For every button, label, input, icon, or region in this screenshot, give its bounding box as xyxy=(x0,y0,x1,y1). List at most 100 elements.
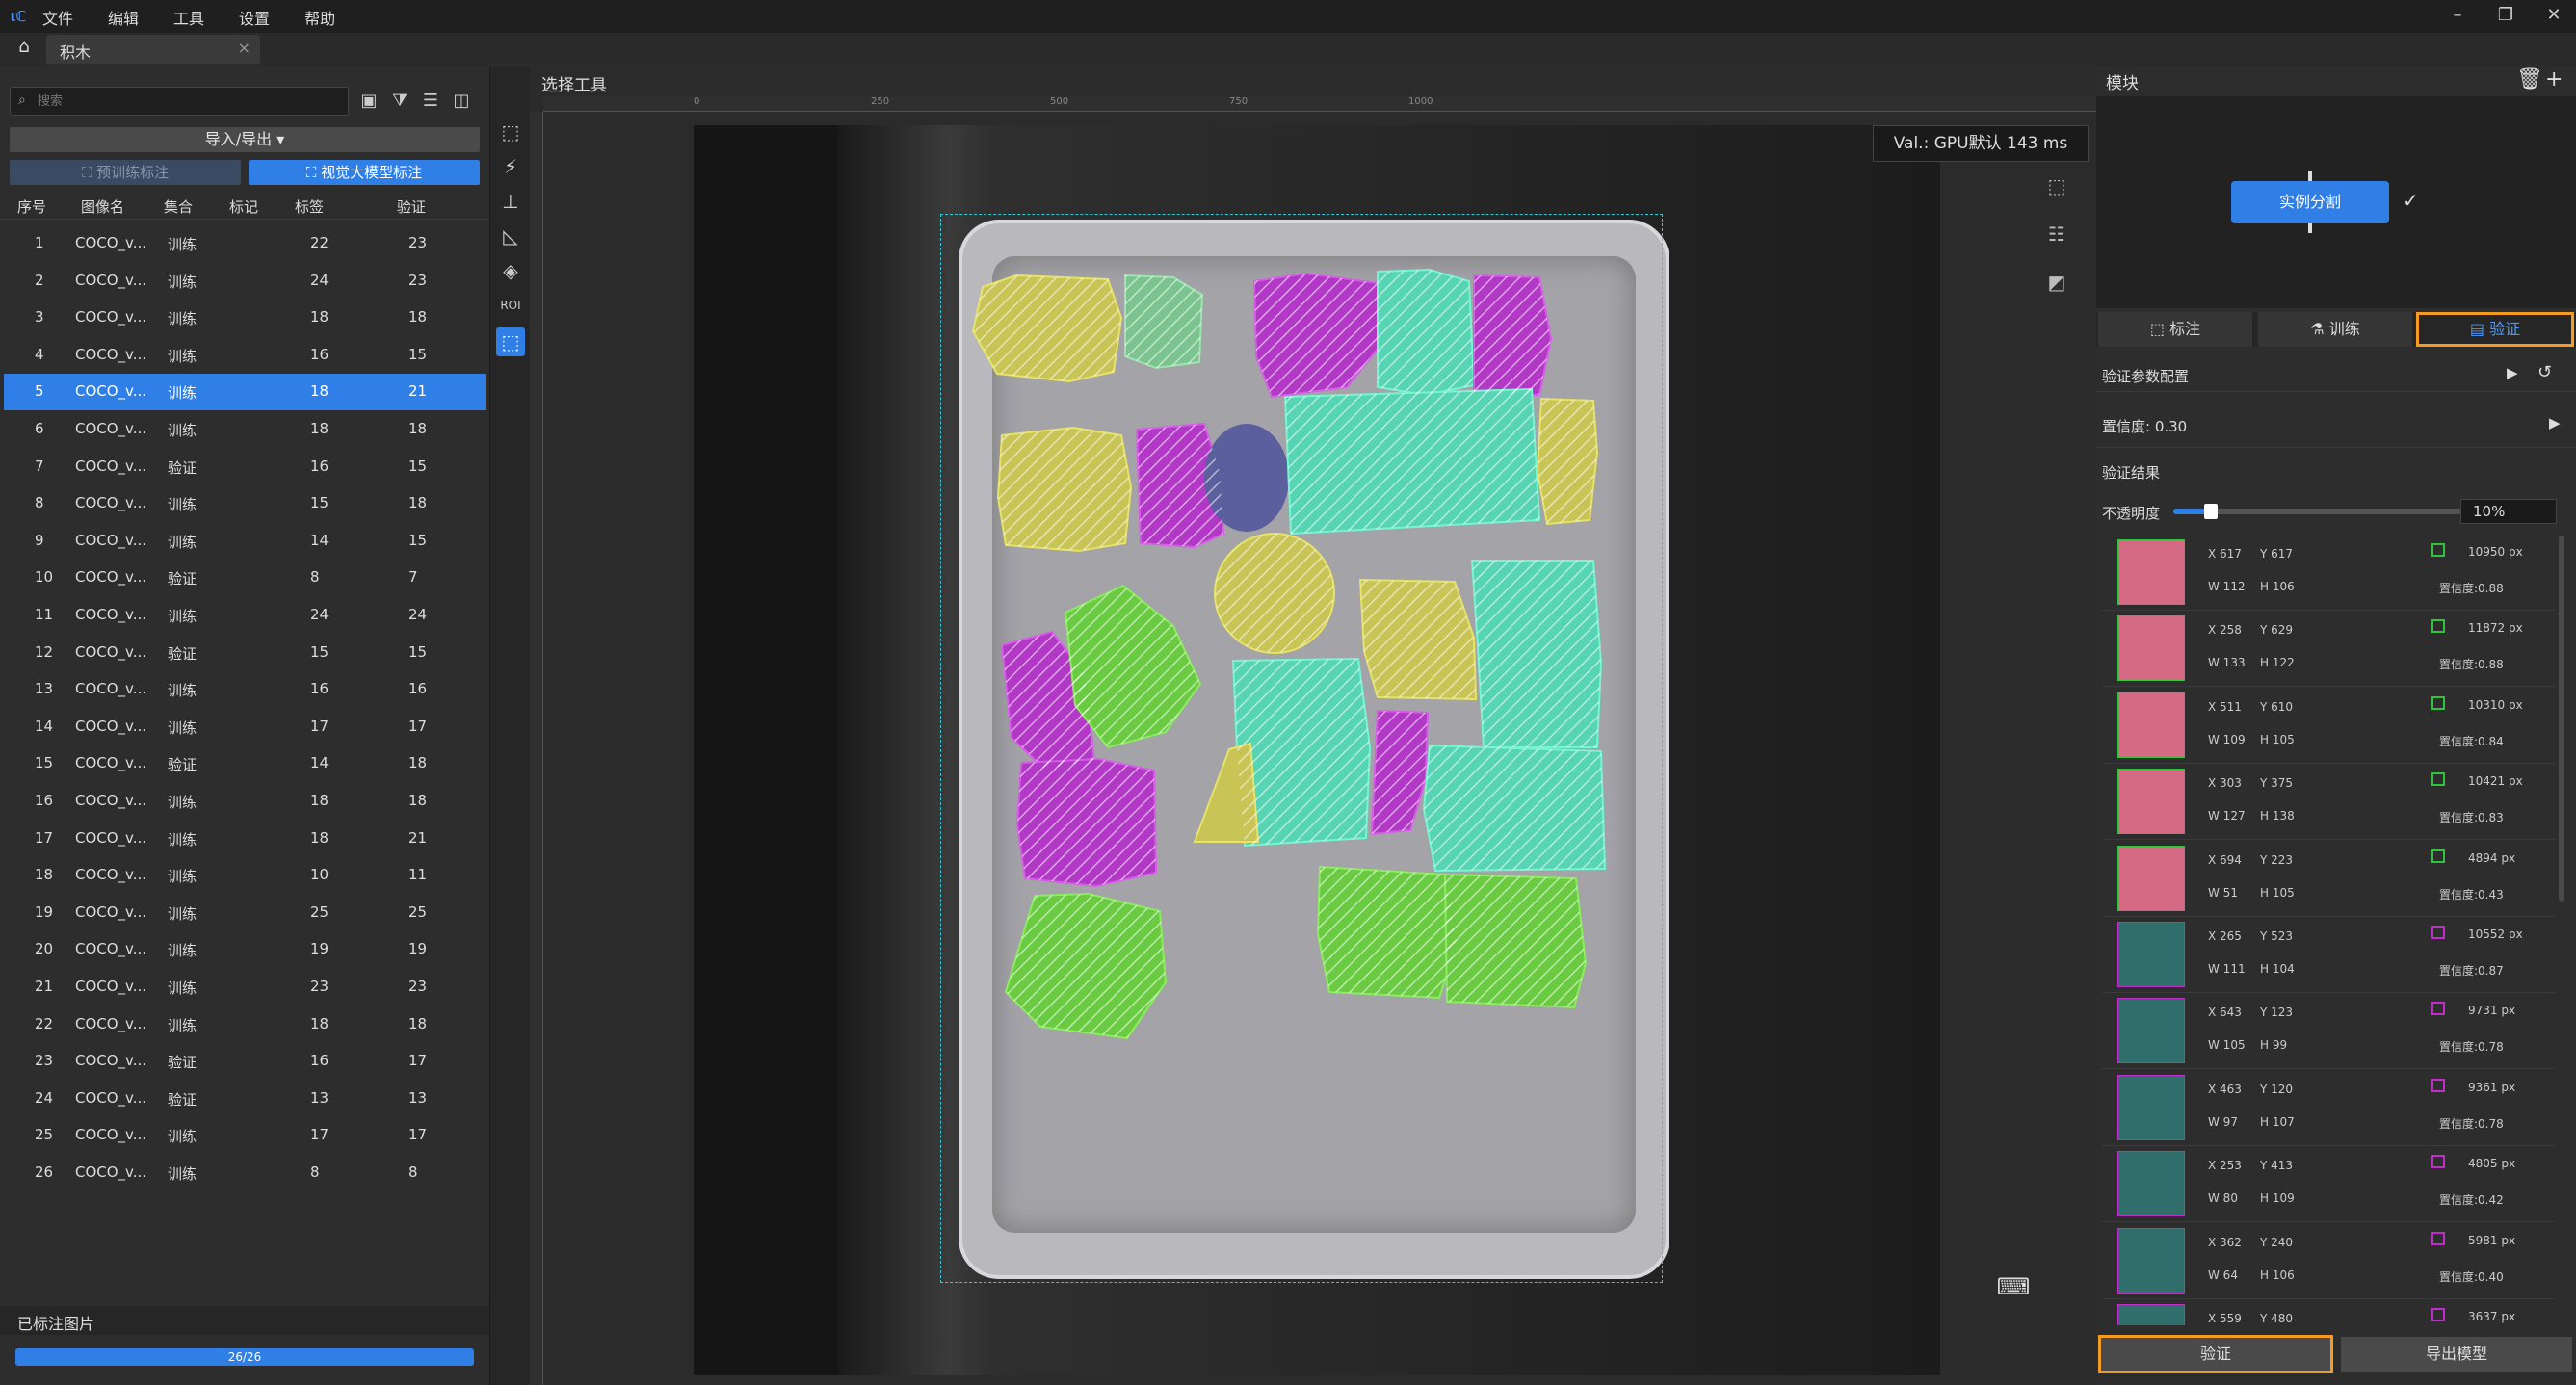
result-item[interactable]: X 617 Y 617 W 112 H 106 10950 px 置信度:0.88 xyxy=(2102,536,2555,611)
eraser-icon[interactable]: ◈ xyxy=(496,256,525,285)
table-row[interactable]: 2 COCO_v... 训练 24 23 xyxy=(4,263,486,300)
keyboard-icon[interactable]: ⌨ xyxy=(1994,1273,2033,1304)
col-mark[interactable]: 标记 xyxy=(229,196,258,217)
result-color-checkbox[interactable] xyxy=(2431,1308,2445,1321)
pretrain-label-button[interactable]: ⛶ 预训练标注 xyxy=(10,160,241,185)
filter-icon[interactable]: ⧩ xyxy=(387,89,412,114)
opacity-slider[interactable] xyxy=(2173,504,2462,519)
table-row[interactable]: 25 COCO_v... 训练 17 17 xyxy=(4,1117,486,1154)
menu-help[interactable]: 帮助 xyxy=(304,6,335,29)
add-icon[interactable]: + xyxy=(2545,67,2563,91)
table-row[interactable]: 18 COCO_v... 训练 10 11 xyxy=(4,857,486,894)
config-label[interactable]: 验证参数配置 xyxy=(2102,366,2189,386)
table-row[interactable]: 8 COCO_v... 训练 15 18 xyxy=(4,485,486,522)
table-row[interactable]: 9 COCO_v... 训练 14 15 xyxy=(4,523,486,560)
table-row[interactable]: 16 COCO_v... 训练 18 18 xyxy=(4,783,486,820)
magic-wand-icon[interactable]: ⚡ xyxy=(496,152,525,181)
menu-settings[interactable]: 设置 xyxy=(239,6,270,29)
tab-label[interactable]: ⬚ 标注 xyxy=(2098,312,2252,347)
table-row[interactable]: 1 COCO_v... 训练 22 23 xyxy=(4,225,486,262)
confidence-label[interactable]: 置信度: 0.30 xyxy=(2102,416,2187,436)
table-row[interactable]: 26 COCO_v... 训练 8 8 xyxy=(4,1155,486,1191)
result-color-checkbox[interactable] xyxy=(2431,543,2445,557)
result-item[interactable]: X 265 Y 523 W 111 H 104 10552 px 置信度:0.87 xyxy=(2102,918,2555,993)
vlm-label-button[interactable]: ⛶ 视觉大模型标注 xyxy=(249,160,480,185)
mask-visibility-icon[interactable]: ◩ xyxy=(2040,266,2073,299)
menu-tools[interactable]: 工具 xyxy=(173,6,204,29)
image-filter-icon[interactable]: ▣ xyxy=(356,89,381,114)
slider-knob[interactable] xyxy=(2204,504,2218,519)
result-color-checkbox[interactable] xyxy=(2431,772,2445,787)
col-index[interactable]: 序号 xyxy=(17,196,46,217)
result-item[interactable]: X 463 Y 120 W 97 H 107 9361 px 置信度:0.78 xyxy=(2102,1071,2555,1146)
result-item[interactable]: X 362 Y 240 W 64 H 106 5981 px 置信度:0.40 xyxy=(2102,1224,2555,1299)
table-row[interactable]: 7 COCO_v... 验证 16 15 xyxy=(4,449,486,485)
menu-edit[interactable]: 编辑 xyxy=(108,6,139,29)
polygon-tool-icon[interactable]: ⬚ xyxy=(496,118,525,146)
result-item[interactable]: X 258 Y 629 W 133 H 122 11872 px 置信度:0.88 xyxy=(2102,612,2555,688)
result-item[interactable]: X 694 Y 223 W 51 H 105 4894 px 置信度:0.43 xyxy=(2102,842,2555,917)
result-item[interactable]: X 511 Y 610 W 109 H 105 10310 px 置信度:0.84 xyxy=(2102,689,2555,764)
home-icon[interactable]: ⌂ xyxy=(10,37,39,62)
result-color-checkbox[interactable] xyxy=(2431,849,2445,863)
result-color-checkbox[interactable] xyxy=(2431,1078,2445,1092)
result-color-checkbox[interactable] xyxy=(2431,619,2445,634)
expand-arrow-icon[interactable]: ▶ xyxy=(2507,364,2518,381)
result-color-checkbox[interactable] xyxy=(2431,1002,2445,1016)
delete-icon[interactable]: 🗑 xyxy=(2516,67,2543,91)
table-row[interactable]: 12 COCO_v... 验证 15 15 xyxy=(4,635,486,671)
tab-train[interactable]: ⚗ 训练 xyxy=(2258,312,2412,347)
table-row[interactable]: 24 COCO_v... 验证 13 13 xyxy=(4,1081,486,1117)
select-tool-icon[interactable]: ⬚ xyxy=(496,327,525,356)
label-visibility-icon[interactable]: ☷ xyxy=(2040,218,2073,250)
import-export-button[interactable]: 导入/导出 ▾ xyxy=(10,127,480,152)
fit-view-icon[interactable]: ⬚ xyxy=(2040,170,2073,202)
maximize-icon[interactable]: ❐ xyxy=(2491,4,2520,27)
tab-close-icon[interactable]: × xyxy=(238,39,250,57)
search-input[interactable] xyxy=(38,91,336,112)
result-item[interactable]: X 303 Y 375 W 127 H 138 10421 px 置信度:0.83 xyxy=(2102,765,2555,841)
table-row[interactable]: 14 COCO_v... 训练 17 17 xyxy=(4,709,486,745)
table-row[interactable]: 6 COCO_v... 训练 18 18 xyxy=(4,411,486,448)
ruler-icon[interactable]: ◺ xyxy=(496,222,525,250)
table-row[interactable]: 3 COCO_v... 训练 18 18 xyxy=(4,300,486,336)
result-color-checkbox[interactable] xyxy=(2431,1231,2445,1245)
table-row[interactable]: 21 COCO_v... 训练 23 23 xyxy=(4,969,486,1006)
result-item[interactable]: X 643 Y 123 W 105 H 99 9731 px 置信度:0.78 xyxy=(2102,994,2555,1070)
table-row[interactable]: 15 COCO_v... 验证 14 18 xyxy=(4,745,486,782)
gallery-icon[interactable]: ◫ xyxy=(449,89,474,114)
table-row[interactable]: 19 COCO_v... 训练 25 25 xyxy=(4,895,486,931)
tab-validate[interactable]: ▤ 验证 xyxy=(2416,312,2574,347)
col-labels[interactable]: 标签 xyxy=(295,196,324,217)
col-set[interactable]: 集合 xyxy=(164,196,193,217)
table-row[interactable]: 11 COCO_v... 训练 24 24 xyxy=(4,597,486,634)
result-item[interactable]: X 559 Y 480 3637 px xyxy=(2102,1300,2555,1325)
table-row[interactable]: 5 COCO_v... 训练 18 21 xyxy=(4,374,486,411)
instance-segmentation-node[interactable]: 实例分割 xyxy=(2231,171,2389,233)
results-scrollbar[interactable] xyxy=(2559,536,2564,902)
list-icon[interactable]: ☰ xyxy=(418,89,443,114)
minimize-icon[interactable]: – xyxy=(2443,4,2472,27)
tab-document[interactable]: 积木 × xyxy=(46,35,260,64)
confidence-arrow-icon[interactable]: ▶ xyxy=(2549,414,2561,431)
result-color-checkbox[interactable] xyxy=(2431,695,2445,710)
history-icon[interactable]: ↺ xyxy=(2537,362,2552,382)
menu-file[interactable]: 文件 xyxy=(42,6,73,29)
table-row[interactable]: 22 COCO_v... 训练 18 18 xyxy=(4,1006,486,1043)
table-row[interactable]: 20 COCO_v... 训练 19 19 xyxy=(4,931,486,968)
table-row[interactable]: 13 COCO_v... 训练 16 16 xyxy=(4,671,486,708)
search-box[interactable]: ⌕ xyxy=(10,87,349,116)
result-item[interactable]: X 253 Y 413 W 80 H 109 4805 px 置信度:0.42 xyxy=(2102,1147,2555,1223)
table-row[interactable]: 10 COCO_v... 验证 8 7 xyxy=(4,560,486,596)
col-image-name[interactable]: 图像名 xyxy=(81,196,124,217)
table-row[interactable]: 17 COCO_v... 训练 18 21 xyxy=(4,821,486,857)
roi-bounding-box[interactable] xyxy=(940,214,1663,1283)
close-icon[interactable]: ✕ xyxy=(2539,4,2568,27)
result-color-checkbox[interactable] xyxy=(2431,1155,2445,1169)
col-validation[interactable]: 验证 xyxy=(397,196,426,217)
opacity-input[interactable]: 10% xyxy=(2460,499,2557,524)
table-row[interactable]: 4 COCO_v... 训练 16 15 xyxy=(4,337,486,374)
export-model-button[interactable]: 导出模型 xyxy=(2341,1337,2572,1372)
result-color-checkbox[interactable] xyxy=(2431,926,2445,939)
stamp-icon[interactable]: ⊥ xyxy=(496,187,525,216)
